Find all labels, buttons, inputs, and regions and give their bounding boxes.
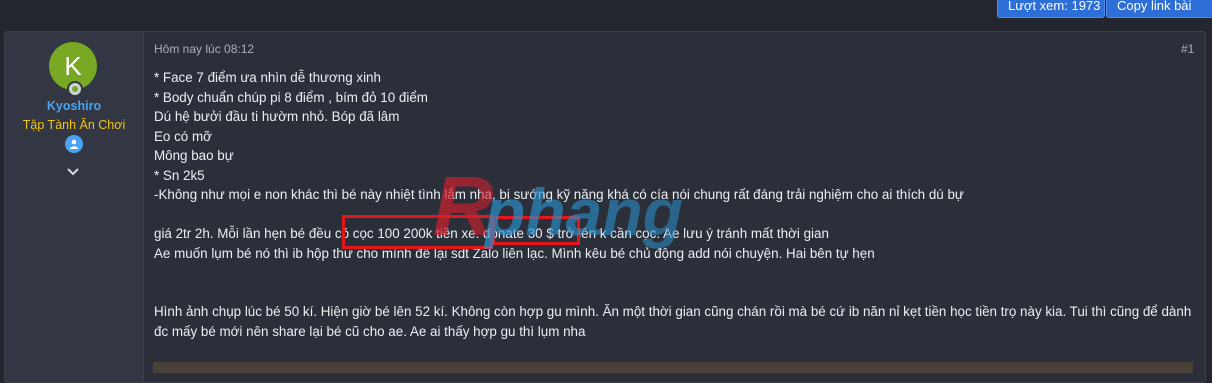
post-line: Eo có mỡ — [154, 128, 212, 144]
top-toolbar: Lượt xem: 1973 Copy link bài — [0, 0, 1212, 30]
post-number-link[interactable]: #1 — [1181, 42, 1194, 56]
post-line: * Body chuẩn chúp pi 8 điểm , bím đỏ 10 … — [154, 89, 428, 105]
views-button[interactable]: Lượt xem: 1973 — [997, 0, 1105, 18]
user-rank-title: Tập Tành Ăn Chơi — [22, 118, 126, 132]
post-line: Dú hệ bưởi đầu ti hườm nhỏ. Bóp đã lâm — [154, 109, 400, 124]
post-line: * Face 7 điểm ưa nhìn dễ thương xinh — [154, 70, 381, 85]
username-link[interactable]: Kyoshiro — [5, 99, 143, 113]
post-line: giá 2tr 2h. Mỗi lần hẹn bé đều có cọc 10… — [154, 226, 829, 241]
post-line: Ae muốn lụm bé nó thì ib hộp thư cho mìn… — [154, 245, 875, 261]
chevron-down-icon[interactable] — [66, 164, 80, 182]
post-line: * Sn 2k5 — [154, 167, 205, 183]
user-sidebar: K Kyoshiro Tập Tành Ăn Chơi — [5, 32, 144, 382]
user-badge-icon[interactable] — [65, 135, 83, 153]
post-image-preview[interactable] — [153, 362, 1193, 373]
highlight-box — [492, 216, 580, 245]
post-date[interactable]: Hôm nay lúc 08:12 — [154, 42, 254, 56]
post-line: Hình ảnh chụp lúc bé 50 kí. Hiện giờ bé … — [154, 304, 1192, 339]
forum-post: K Kyoshiro Tập Tành Ăn Chơi Hôm nay lúc … — [4, 31, 1206, 383]
online-status-icon — [67, 81, 83, 97]
post-body: * Face 7 điểm ưa nhìn dễ thương xinh * B… — [154, 68, 1194, 341]
highlight-box — [342, 215, 493, 249]
post-line: Mông bao bự — [154, 148, 234, 163]
post-line: -Không như mọi e non khác thì bé này nhi… — [154, 187, 964, 202]
copy-link-button[interactable]: Copy link bài — [1106, 0, 1212, 18]
